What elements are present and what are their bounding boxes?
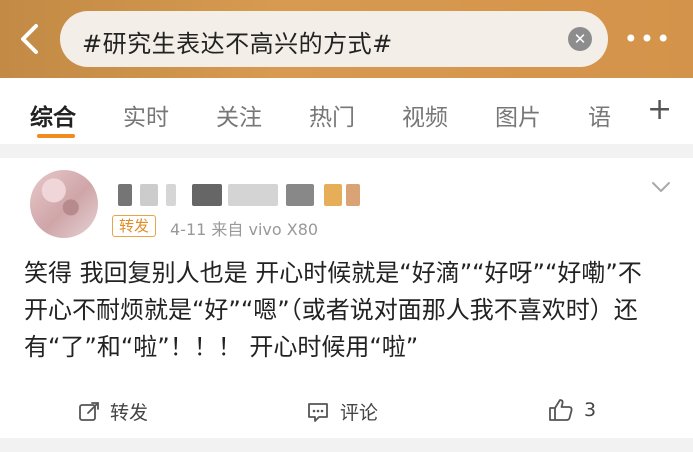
post-meta: 4-11 来自 vivo X80: [170, 220, 319, 239]
tab-more-partial[interactable]: 语: [588, 98, 611, 132]
tab-images[interactable]: 图片: [495, 98, 541, 132]
chevron-down-icon[interactable]: [650, 176, 672, 198]
add-tab-icon[interactable]: +: [647, 92, 672, 127]
like-count: 3: [584, 399, 597, 421]
active-tab-indicator: [37, 134, 75, 138]
clear-icon[interactable]: ✕: [568, 27, 592, 51]
repost-badge: 转发: [112, 215, 157, 237]
repost-button[interactable]: 转发: [78, 398, 148, 425]
back-button[interactable]: [14, 22, 44, 56]
divider: [0, 438, 693, 452]
post-actions: 转发 评论 3: [0, 394, 693, 430]
more-options-icon[interactable]: •••: [624, 25, 670, 53]
like-button[interactable]: 3: [548, 398, 596, 422]
comment-button[interactable]: 评论: [306, 398, 378, 425]
tab-hot[interactable]: 热门: [309, 98, 355, 132]
tab-following[interactable]: 关注: [216, 98, 262, 132]
repost-icon: [79, 401, 99, 421]
tab-realtime[interactable]: 实时: [123, 98, 169, 132]
search-bar[interactable]: #研究生表达不高兴的方式# ✕: [60, 11, 608, 67]
post-card[interactable]: 转发 4-11 来自 vivo X80 笑得 我回复别人也是 开心时候就是“好滴…: [0, 158, 693, 452]
tab-video[interactable]: 视频: [402, 98, 448, 132]
avatar[interactable]: [30, 170, 98, 238]
chevron-left-icon: [21, 24, 38, 54]
tab-comprehensive[interactable]: 综合: [30, 98, 76, 132]
thumbs-up-icon: [549, 399, 573, 421]
comment-icon: [308, 402, 328, 422]
post-text: 笑得 我回复别人也是 开心时候就是“好滴”“好呀”“好嘞”不开心不耐烦就是“好”…: [24, 259, 642, 361]
search-input[interactable]: #研究生表达不高兴的方式#: [82, 24, 393, 59]
divider: [0, 144, 693, 158]
top-bar: #研究生表达不高兴的方式# ✕ •••: [0, 0, 693, 78]
tab-bar: 综合 实时 关注 热门 视频 图片 语 +: [0, 78, 693, 144]
repost-label: 转发: [110, 402, 149, 424]
comment-label: 评论: [340, 402, 379, 424]
username-blurred[interactable]: [118, 184, 368, 206]
